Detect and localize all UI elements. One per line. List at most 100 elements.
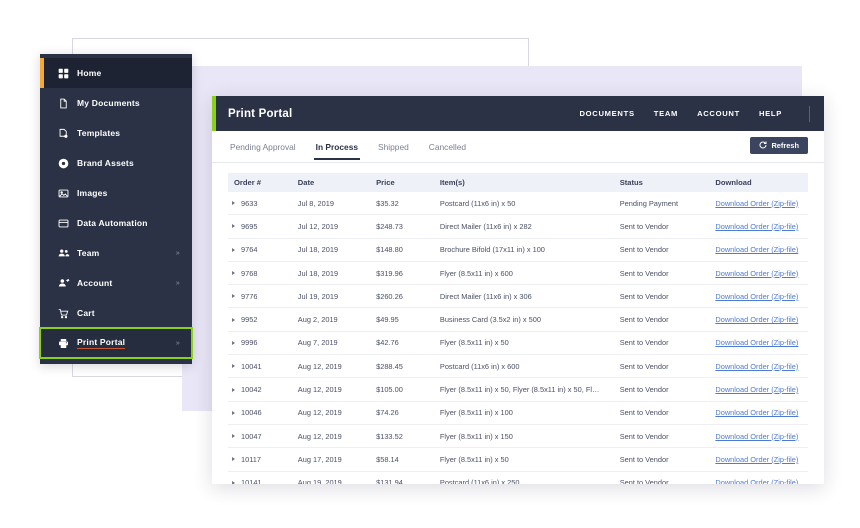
cell-price: $58.14 [370, 447, 434, 472]
top-nav-team[interactable]: TEAM [654, 109, 678, 118]
sidebar-item-home[interactable]: Home [40, 58, 192, 88]
cell-download: Download Order (Zip-file) [709, 214, 808, 239]
download-order-link[interactable]: Download Order (Zip-file) [715, 478, 798, 484]
order-number-text: 10141 [241, 478, 262, 484]
cell-date: Aug 12, 2019 [291, 377, 371, 402]
tab-shipped[interactable]: Shipped [378, 135, 409, 159]
sidebar-item-brand-assets[interactable]: Brand Assets [40, 148, 192, 178]
window-header: Print Portal DOCUMENTS TEAM ACCOUNT HELP [212, 96, 824, 131]
download-order-link[interactable]: Download Order (Zip-file) [715, 338, 798, 347]
table-row[interactable]: 9768 Jul 18, 2019 $319.96 Flyer (8.5x11 in)… [228, 261, 808, 286]
cell-order-number[interactable]: 9633 [228, 192, 292, 216]
expand-caret-icon[interactable] [232, 434, 235, 439]
order-number-text: 9633 [241, 198, 258, 208]
cell-order-number[interactable]: 10042 [228, 377, 292, 402]
cell-price: $148.80 [370, 238, 434, 262]
cell-order-number[interactable]: 9695 [228, 214, 292, 239]
cell-items: Flyer (8.5x11 in) x 50, Flyer (8.5x11 in… [433, 377, 614, 402]
cell-status: Pending Payment [613, 192, 710, 216]
cell-order-number[interactable]: 9952 [228, 307, 292, 332]
table-row[interactable]: 9633 Jul 8, 2019 $35.32 Postcard (11x6 in) … [228, 192, 808, 216]
expand-caret-icon[interactable] [232, 224, 235, 229]
cell-order-number[interactable]: 9764 [228, 238, 292, 262]
column-header[interactable]: Item(s) [433, 173, 614, 192]
tab-cancelled[interactable]: Cancelled [429, 135, 466, 159]
sidebar-item-my-documents[interactable]: My Documents [40, 88, 192, 118]
table-row[interactable]: 9695 Jul 12, 2019 $248.73 Direct Mailer (11… [228, 214, 808, 239]
download-order-link[interactable]: Download Order (Zip-file) [715, 292, 798, 301]
brand-icon [58, 158, 77, 169]
download-order-link[interactable]: Download Order (Zip-file) [715, 269, 798, 278]
table-row[interactable]: 10046 Aug 12, 2019 $74.26 Flyer (8.5x11 in)… [228, 401, 808, 425]
cell-items: Postcard (11x6 in) x 600 [433, 354, 614, 379]
cart-icon [58, 308, 77, 319]
expand-caret-icon[interactable] [232, 364, 235, 369]
cell-order-number[interactable]: 10047 [228, 424, 292, 449]
sidebar-item-team[interactable]: Team » [40, 238, 192, 268]
download-order-link[interactable]: Download Order (Zip-file) [715, 455, 798, 464]
column-header[interactable]: Order # [228, 173, 292, 192]
tab-pending-approval[interactable]: Pending Approval [230, 135, 296, 159]
cell-order-number[interactable]: 10041 [228, 354, 292, 379]
download-order-link[interactable]: Download Order (Zip-file) [715, 385, 798, 394]
cell-order-number[interactable]: 9776 [228, 284, 292, 309]
expand-caret-icon[interactable] [232, 410, 235, 415]
cell-date: Aug 7, 2019 [291, 331, 371, 356]
top-nav-account[interactable]: ACCOUNT [697, 109, 740, 118]
column-header[interactable]: Date [291, 173, 371, 192]
top-nav-help[interactable]: HELP [759, 109, 782, 118]
download-order-link[interactable]: Download Order (Zip-file) [715, 222, 798, 231]
table-row[interactable]: 10141 Aug 19, 2019 $131.94 Postcard (11x6 i… [228, 471, 808, 484]
sidebar-item-account[interactable]: Account » [40, 268, 192, 298]
cell-status: Sent to Vendor [613, 238, 710, 262]
expand-caret-icon[interactable] [232, 340, 235, 345]
download-order-link[interactable]: Download Order (Zip-file) [715, 315, 798, 324]
expand-caret-icon[interactable] [232, 387, 235, 392]
column-header[interactable]: Download [709, 173, 808, 192]
column-header[interactable]: Price [370, 173, 434, 192]
sidebar-item-cart[interactable]: Cart [40, 298, 192, 328]
table-row[interactable]: 9764 Jul 18, 2019 $148.80 Brochure Bifold (… [228, 238, 808, 262]
refresh-button[interactable]: Refresh [750, 137, 808, 154]
expand-caret-icon[interactable] [232, 201, 235, 206]
table-row[interactable]: 10117 Aug 17, 2019 $58.14 Flyer (8.5x11 in)… [228, 447, 808, 472]
cell-status: Sent to Vendor [613, 331, 710, 356]
cell-order-number[interactable]: 9996 [228, 331, 292, 356]
expand-caret-icon[interactable] [232, 317, 235, 322]
sidebar-item-templates[interactable]: Templates [40, 118, 192, 148]
top-nav-menu: DOCUMENTS TEAM ACCOUNT HELP [579, 105, 810, 122]
cell-download: Download Order (Zip-file) [709, 284, 808, 309]
table-row[interactable]: 9996 Aug 7, 2019 $42.76 Flyer (8.5x11 in) x… [228, 331, 808, 356]
top-nav-documents[interactable]: DOCUMENTS [579, 109, 634, 118]
sidebar-item-data-automation[interactable]: Data Automation [40, 208, 192, 238]
table-row[interactable]: 10047 Aug 12, 2019 $133.52 Flyer (8.5x11 in… [228, 424, 808, 449]
sidebar-item-print-portal[interactable]: Print Portal » [39, 327, 193, 359]
expand-caret-icon[interactable] [232, 247, 235, 252]
order-number-text: 9952 [241, 315, 258, 325]
expand-caret-icon[interactable] [232, 480, 235, 484]
cell-items: Flyer (8.5x11 in) x 150 [433, 424, 614, 449]
download-order-link[interactable]: Download Order (Zip-file) [715, 408, 798, 417]
cell-download: Download Order (Zip-file) [709, 261, 808, 286]
download-order-link[interactable]: Download Order (Zip-file) [715, 432, 798, 441]
download-order-link[interactable]: Download Order (Zip-file) [715, 245, 798, 254]
order-number-text: 10047 [241, 431, 262, 441]
expand-caret-icon[interactable] [232, 457, 235, 462]
column-header[interactable]: Status [613, 173, 710, 192]
cell-status: Sent to Vendor [613, 307, 710, 332]
table-row[interactable]: 10042 Aug 12, 2019 $105.00 Flyer (8.5x11 in… [228, 377, 808, 402]
expand-caret-icon[interactable] [232, 271, 235, 276]
cell-order-number[interactable]: 9768 [228, 261, 292, 286]
download-order-link[interactable]: Download Order (Zip-file) [715, 362, 798, 371]
sidebar-item-images[interactable]: Images [40, 178, 192, 208]
expand-caret-icon[interactable] [232, 294, 235, 299]
table-row[interactable]: 10041 Aug 12, 2019 $288.45 Postcard (11x6 i… [228, 354, 808, 379]
cell-order-number[interactable]: 10117 [228, 447, 292, 472]
table-row[interactable]: 9952 Aug 2, 2019 $49.95 Business Card (3.5x… [228, 307, 808, 332]
cell-order-number[interactable]: 10046 [228, 401, 292, 425]
tab-in-process[interactable]: In Process [313, 135, 361, 160]
grid-icon [58, 68, 77, 79]
download-order-link[interactable]: Download Order (Zip-file) [715, 199, 798, 208]
table-row[interactable]: 9776 Jul 19, 2019 $260.26 Direct Mailer (11… [228, 284, 808, 309]
cell-order-number[interactable]: 10141 [228, 471, 292, 484]
